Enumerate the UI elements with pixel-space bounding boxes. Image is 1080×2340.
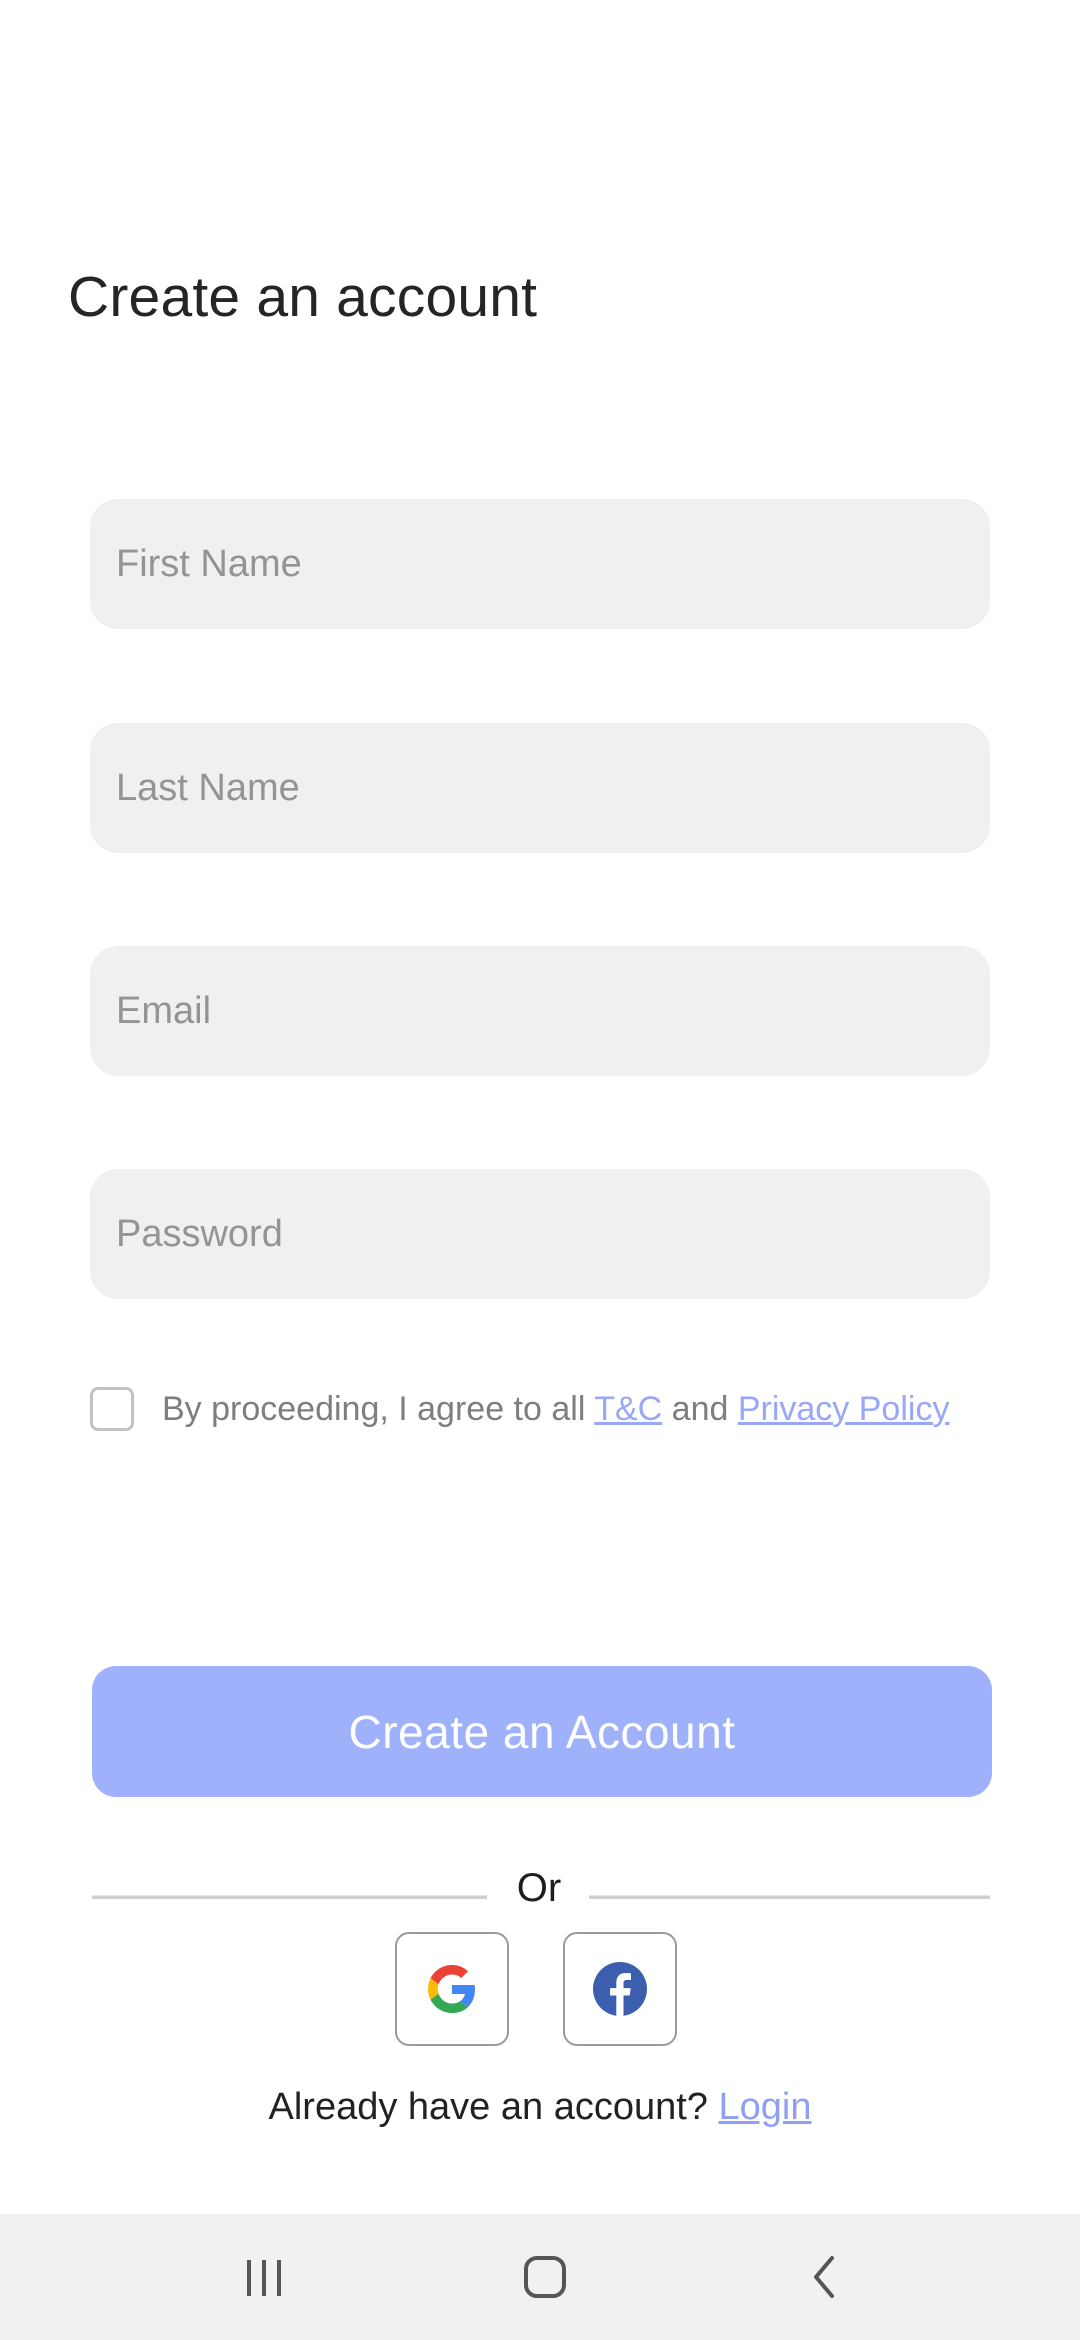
login-prompt: Already have an account? (268, 2086, 719, 2128)
consent-checkbox[interactable] (90, 1387, 134, 1431)
password-field[interactable]: Password (90, 1169, 990, 1299)
signup-screen: Create an account First Name Last Name E… (0, 0, 1080, 2214)
home-icon (524, 2256, 566, 2298)
password-placeholder: Password (116, 1212, 283, 1255)
page-title: Create an account (68, 265, 538, 329)
back-icon (814, 2256, 834, 2298)
email-placeholder: Email (116, 989, 212, 1032)
recents-button[interactable] (219, 2232, 309, 2322)
facebook-icon (593, 1962, 647, 2017)
last-name-field[interactable]: Last Name (90, 723, 990, 853)
back-button[interactable] (780, 2232, 870, 2322)
recents-icon (247, 2260, 281, 2296)
divider-line-right (589, 1895, 990, 1899)
email-field[interactable]: Email (90, 946, 990, 1076)
facebook-signin-button[interactable] (563, 1932, 677, 2046)
system-navigation-bar (0, 2214, 1080, 2340)
divider-line-left (92, 1895, 487, 1899)
consent-row: By proceeding, I agree to all T&C and Pr… (90, 1384, 949, 1434)
first-name-field[interactable]: First Name (90, 499, 990, 629)
login-row: Already have an account? Login (0, 2086, 1080, 2129)
google-signin-button[interactable] (395, 1932, 509, 2046)
create-account-button[interactable]: Create an Account (92, 1666, 992, 1797)
first-name-placeholder: First Name (116, 542, 302, 585)
google-icon (428, 1965, 475, 2013)
consent-prefix: By proceeding, I agree to all (162, 1389, 595, 1428)
home-button[interactable] (500, 2232, 590, 2322)
terms-link[interactable]: T&C (594, 1390, 662, 1428)
login-link[interactable]: Login (719, 2086, 812, 2128)
consent-text: By proceeding, I agree to all T&C and Pr… (162, 1390, 949, 1429)
last-name-placeholder: Last Name (116, 766, 300, 809)
consent-middle: and (662, 1389, 738, 1428)
create-account-label: Create an Account (348, 1705, 736, 1758)
divider-or-text: Or (516, 1866, 562, 1910)
privacy-policy-link[interactable]: Privacy Policy (738, 1390, 950, 1428)
